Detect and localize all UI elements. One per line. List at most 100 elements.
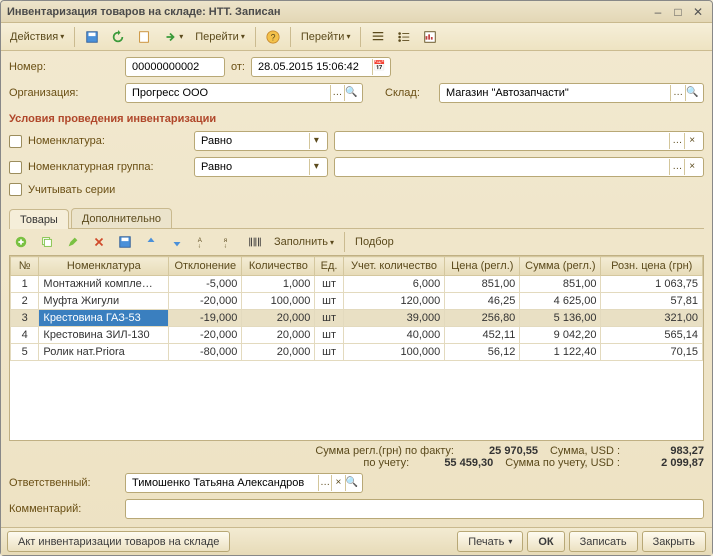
report-icon[interactable] [418, 26, 442, 48]
minimize-button[interactable]: – [650, 5, 666, 19]
from-label: от: [231, 61, 245, 73]
svg-text:↓: ↓ [198, 242, 201, 249]
edit-row-icon[interactable] [61, 231, 85, 253]
refresh-icon[interactable] [106, 26, 130, 48]
dots-icon[interactable]: … [669, 159, 684, 175]
nomen-value-input[interactable]: …× [334, 131, 704, 151]
actions-menu[interactable]: Действия▾ [5, 26, 69, 48]
list-icon[interactable] [366, 26, 390, 48]
col-header[interactable]: Ед. [315, 257, 343, 276]
col-header[interactable]: № [11, 257, 39, 276]
tab-1[interactable]: Дополнительно [71, 208, 172, 228]
fill-menu[interactable]: Заполнить▾ [269, 231, 339, 253]
svg-text:?: ? [270, 32, 275, 42]
search-icon[interactable]: 🔍 [345, 475, 358, 491]
date-input[interactable]: 📅 [251, 57, 391, 77]
col-header[interactable]: Цена (регл.) [445, 257, 520, 276]
col-header[interactable]: Количество [242, 257, 315, 276]
footer: Акт инвентаризации товаров на складе Печ… [1, 527, 712, 555]
nomen-label: Номенклатура: [28, 135, 188, 147]
nomen-op-select[interactable]: ▾ [194, 131, 328, 151]
comment-label: Комментарий: [9, 503, 119, 515]
fact-value: 25 970,55 [458, 445, 538, 457]
delete-row-icon[interactable] [87, 231, 111, 253]
col-header[interactable]: Розн. цена (грн) [601, 257, 703, 276]
comment-input[interactable] [125, 499, 704, 519]
number-input[interactable] [125, 57, 225, 77]
goto-menu-1[interactable]: Перейти▾ [190, 26, 250, 48]
print-button[interactable]: Печать▾ [457, 531, 523, 552]
acc-usd-label: Сумма по учету, USD : [505, 457, 620, 469]
dots-icon[interactable]: … [669, 133, 684, 149]
org-search-icon[interactable]: 🔍 [344, 85, 358, 101]
save-grid-icon[interactable] [113, 231, 137, 253]
col-header[interactable]: Сумма (регл.) [520, 257, 601, 276]
nomen-checkbox[interactable] [9, 135, 22, 148]
chevron-down-icon[interactable]: ▾ [309, 159, 323, 175]
group-op-select[interactable]: ▾ [194, 157, 328, 177]
tab-0[interactable]: Товары [9, 209, 69, 229]
responsible-input[interactable]: … × 🔍 [125, 473, 363, 493]
move-down-icon[interactable] [165, 231, 189, 253]
sort-desc-icon[interactable]: я↓ [217, 231, 241, 253]
col-header[interactable]: Отклонение [169, 257, 242, 276]
clear-icon[interactable]: × [684, 133, 699, 149]
dots-icon[interactable]: … [318, 475, 331, 491]
link-icon[interactable]: ▾ [158, 26, 188, 48]
table-row[interactable]: 1Монтажний компле…-5,0001,000шт6,000851,… [11, 276, 703, 293]
org-pick-icon[interactable]: … [330, 85, 344, 101]
sum-usd-value: 983,27 [624, 445, 704, 457]
series-checkbox[interactable] [9, 183, 22, 196]
clear-icon[interactable]: × [331, 475, 344, 491]
number-label: Номер: [9, 61, 119, 73]
items-grid[interactable]: №НоменклатураОтклонениеКоличествоЕд.Учет… [9, 255, 704, 441]
chevron-down-icon[interactable]: ▾ [309, 133, 323, 149]
org-label: Организация: [9, 87, 119, 99]
main-toolbar: Действия▾ ▾ Перейти▾ ? Перейти▾ [1, 23, 712, 51]
col-header[interactable]: Учет. количество [343, 257, 444, 276]
goto-menu-2[interactable]: Перейти▾ [296, 26, 356, 48]
group-label: Номенклатурная группа: [28, 161, 188, 173]
org-input[interactable]: … 🔍 [125, 83, 363, 103]
series-label: Учитывать серии [28, 184, 115, 196]
maximize-button[interactable]: □ [670, 5, 686, 19]
save-icon[interactable] [80, 26, 104, 48]
barcode-icon[interactable] [243, 231, 267, 253]
table-row[interactable]: 5Ролик нат.Priora-80,00020,000шт100,0005… [11, 344, 703, 361]
help-icon[interactable]: ? [261, 26, 285, 48]
sort-asc-icon[interactable]: A↓ [191, 231, 215, 253]
svg-text:↓: ↓ [224, 242, 227, 249]
acc-usd-value: 2 099,87 [624, 457, 704, 469]
bullets-icon[interactable] [392, 26, 416, 48]
close-button[interactable]: ✕ [690, 5, 706, 19]
table-row[interactable]: 3Крестовина ГАЗ-53-19,00020,000шт39,0002… [11, 310, 703, 327]
move-up-icon[interactable] [139, 231, 163, 253]
group-checkbox[interactable] [9, 161, 22, 174]
warehouse-label: Склад: [385, 87, 433, 99]
close-footer-button[interactable]: Закрыть [642, 531, 706, 552]
date-picker-icon[interactable]: 📅 [372, 59, 386, 75]
titlebar: Инвентаризация товаров на складе: НТТ. З… [1, 1, 712, 23]
table-row[interactable]: 4Крестовина ЗИЛ-130-20,00020,000шт40,000… [11, 327, 703, 344]
doc-icon[interactable] [132, 26, 156, 48]
write-button[interactable]: Записать [569, 531, 638, 552]
warehouse-search-icon[interactable]: 🔍 [685, 85, 699, 101]
window-title: Инвентаризация товаров на складе: НТТ. З… [7, 6, 646, 18]
conditions-title: Условия проведения инвентаризации [9, 113, 704, 125]
warehouse-input[interactable]: … 🔍 [439, 83, 704, 103]
clear-icon[interactable]: × [684, 159, 699, 175]
copy-row-icon[interactable] [35, 231, 59, 253]
acc-label: по учету: [363, 457, 409, 469]
acc-value: 55 459,30 [413, 457, 493, 469]
grid-toolbar: A↓ я↓ Заполнить▾ Подбор [9, 229, 704, 255]
select-button[interactable]: Подбор [350, 231, 399, 253]
add-row-icon[interactable] [9, 231, 33, 253]
table-row[interactable]: 2Муфта Жигули-20,000100,000шт120,00046,2… [11, 293, 703, 310]
totals: Сумма регл.(грн) по факту: 25 970,55 Сум… [9, 441, 704, 473]
group-value-input[interactable]: …× [334, 157, 704, 177]
col-header[interactable]: Номенклатура [39, 257, 169, 276]
ok-button[interactable]: ОК [527, 531, 564, 552]
warehouse-pick-icon[interactable]: … [670, 85, 684, 101]
sum-usd-label: Сумма, USD : [550, 445, 620, 457]
act-button[interactable]: Акт инвентаризации товаров на складе [7, 531, 230, 552]
